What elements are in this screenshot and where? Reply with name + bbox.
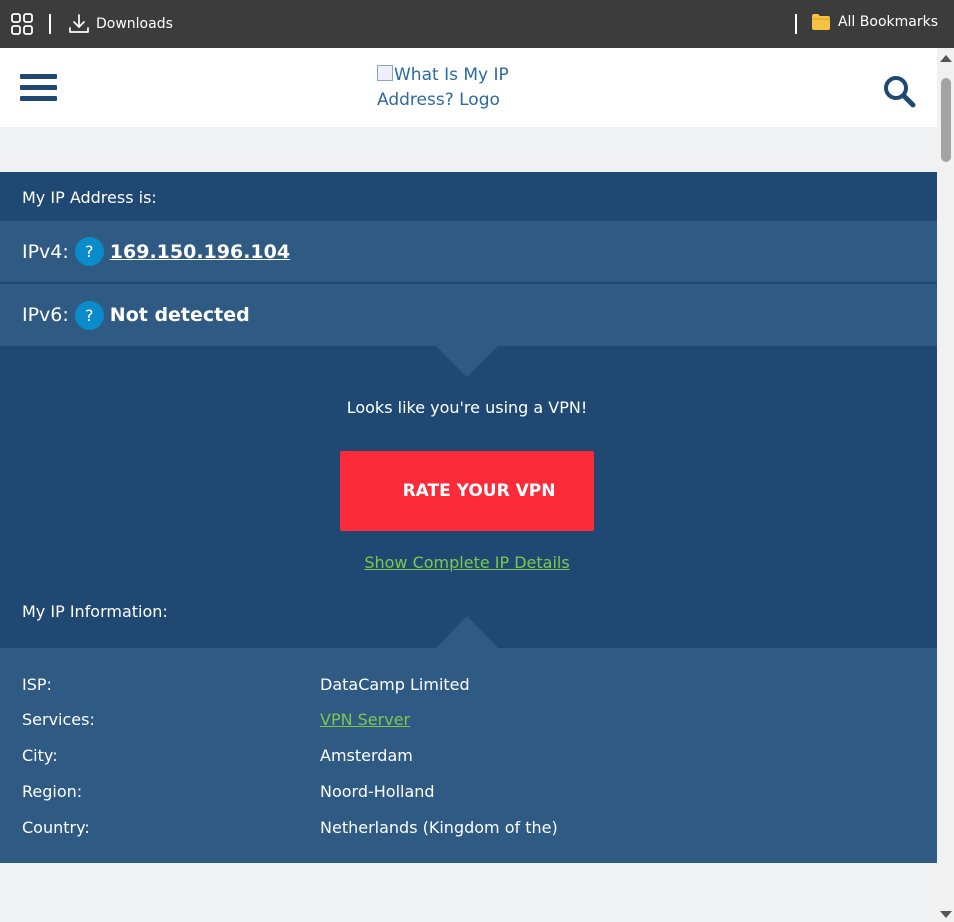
info-key: City: [22,746,58,765]
broken-image-icon [377,65,393,81]
ipv4-address-link[interactable]: 169.150.196.104 [110,241,290,263]
scroll-up-arrow-icon[interactable] [940,55,952,62]
download-icon [69,14,89,33]
info-row-country: Country: Netherlands (Kingdom of the) [0,818,937,838]
ipv6-value: Not detected [109,304,250,326]
downloads-bookmark[interactable]: Downloads [68,13,173,35]
info-value: Amsterdam [320,746,413,765]
info-row-city: City: Amsterdam [0,746,937,766]
page-scrollbar[interactable] [937,48,954,922]
bookmarks-separator [795,14,797,34]
logo-alt-text: What Is My IP Address? Logo [377,65,509,110]
ipv4-row: IPv4: ? 169.150.196.104 [0,221,937,282]
folder-icon [811,14,830,30]
apps-grid-icon[interactable] [11,13,33,35]
info-row-services: Services: VPN Server [0,710,937,730]
ip-information-table: ISP: DataCamp Limited Services: VPN Serv… [0,648,937,863]
info-value: DataCamp Limited [320,675,470,694]
bookmarks-bar: Downloads All Bookmarks [0,0,954,48]
info-key: Region: [22,782,83,801]
vpn-detected-message: Looks like you're using a VPN! [346,398,588,417]
scroll-down-arrow-icon[interactable] [940,911,952,918]
all-bookmarks-label: All Bookmarks [837,14,938,30]
pointer-arrow-down [436,346,498,377]
header-spacer [0,127,937,172]
ip-address-heading: My IP Address is: [0,172,937,221]
next-section [0,863,937,922]
info-key: Services: [22,710,95,729]
info-value: Netherlands (Kingdom of the) [320,818,558,837]
info-key: Country: [22,818,90,837]
ip-address-title: My IP Address is: [22,188,157,207]
info-key: ISP: [22,675,52,694]
vpn-server-link[interactable]: VPN Server [320,710,410,729]
ipv4-label: IPv4: [22,240,69,263]
downloads-label: Downloads [96,16,173,32]
info-value: Noord-Holland [320,782,435,801]
ipv6-help-icon[interactable]: ? [74,300,104,330]
ip-information-title: My IP Information: [22,602,168,621]
site-header: What Is My IP Address? Logo [0,48,937,127]
ipv6-row: IPv6: ? Not detected [0,284,937,346]
search-icon[interactable] [882,74,916,108]
scrollbar-thumb[interactable] [941,78,951,162]
ipv6-label: IPv6: [22,304,69,326]
pointer-arrow-up [436,616,498,648]
show-ip-details-link[interactable]: Show Complete IP Details [0,553,934,572]
rate-your-vpn-button[interactable]: RATE YOUR VPN [340,451,594,531]
info-row-region: Region: Noord-Holland [0,782,937,802]
site-logo[interactable]: What Is My IP Address? Logo [377,63,527,113]
info-row-isp: ISP: DataCamp Limited [0,675,937,695]
all-bookmarks-button[interactable]: All Bookmarks [811,13,938,31]
bookmarks-separator [49,14,51,34]
menu-icon[interactable] [20,74,57,102]
vpn-section: Looks like you're using a VPN! RATE YOUR… [0,346,937,648]
ipv4-help-icon[interactable]: ? [74,237,104,266]
